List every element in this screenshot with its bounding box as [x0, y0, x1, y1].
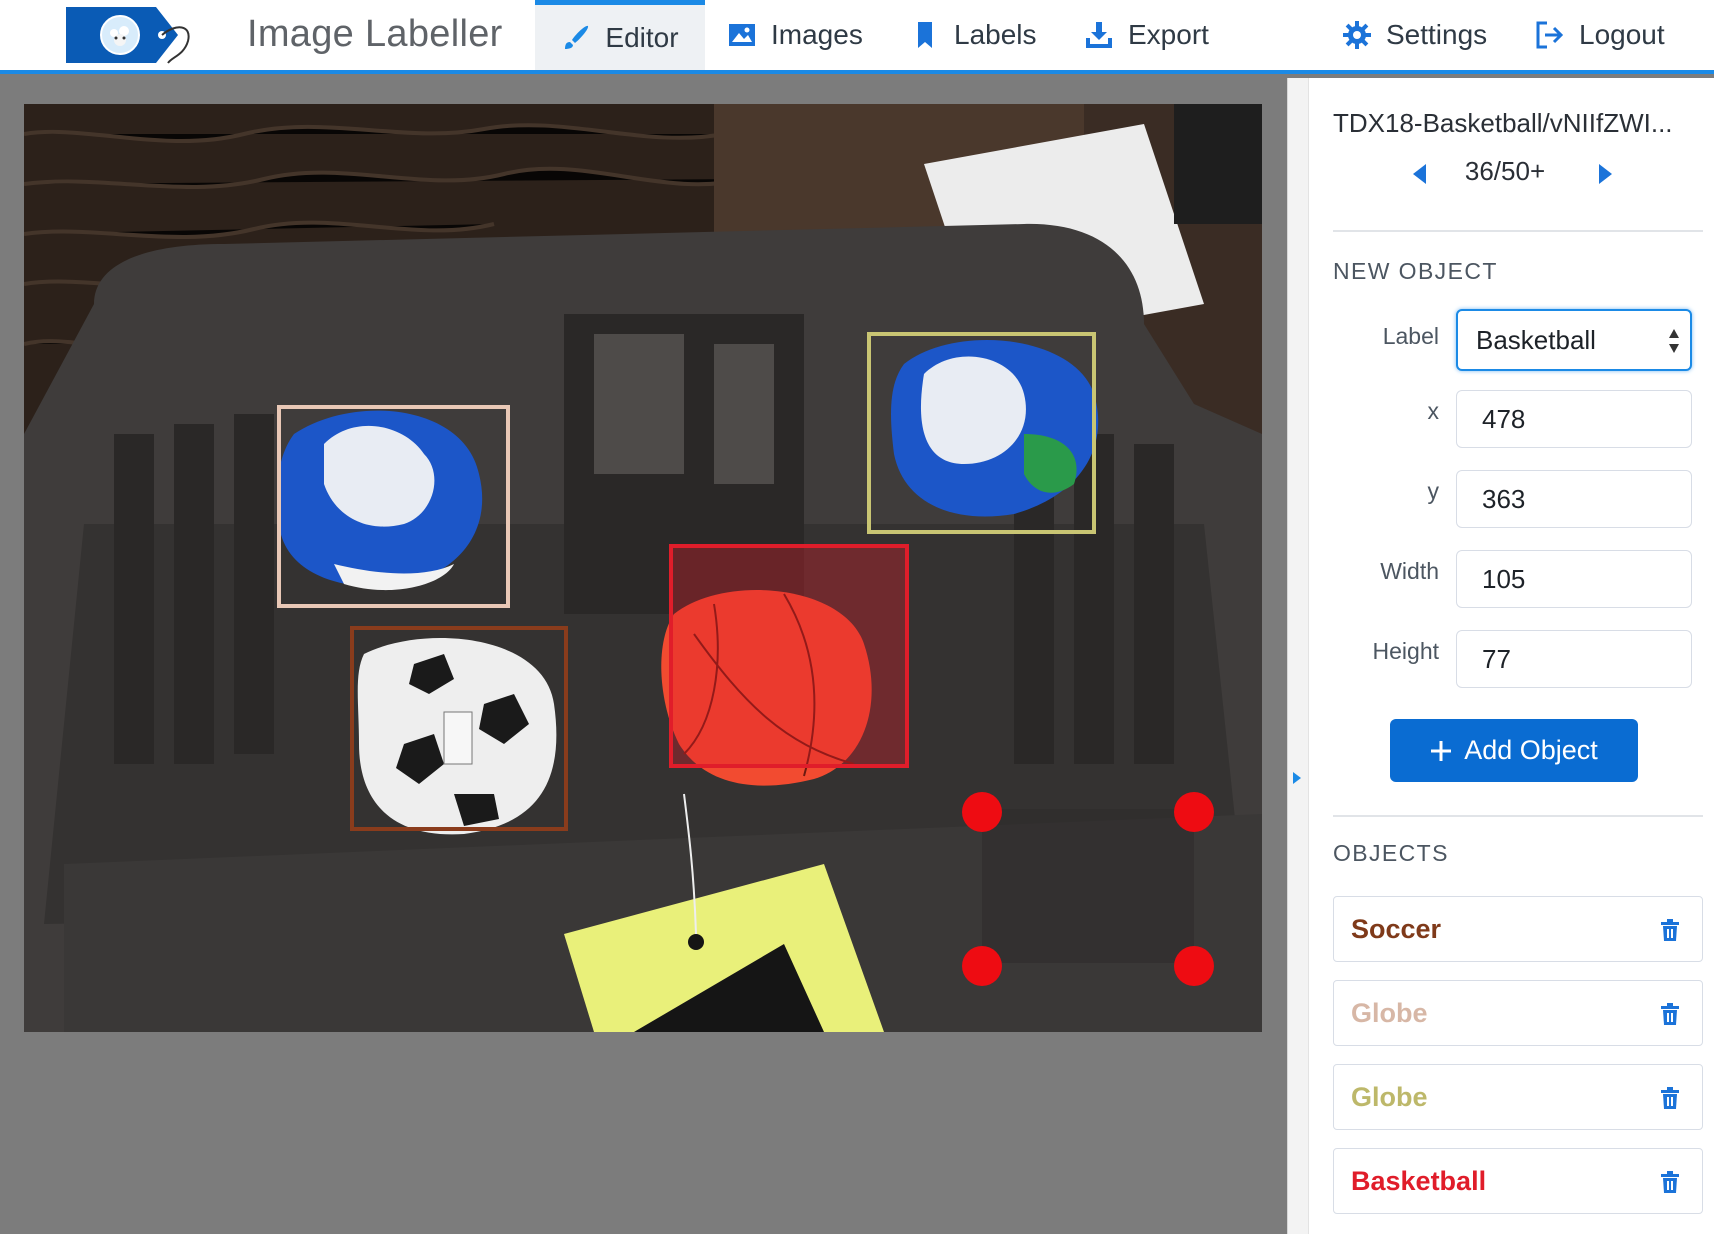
select-arrows-icon: [1669, 329, 1679, 353]
object-list-item[interactable]: Globe: [1333, 1064, 1703, 1130]
logout-link[interactable]: Logout: [1535, 0, 1665, 70]
trash-icon[interactable]: [1660, 1171, 1680, 1193]
settings-link[interactable]: Settings: [1342, 0, 1487, 70]
resize-handle-top-right[interactable]: [1174, 792, 1214, 832]
download-icon: [1086, 22, 1112, 48]
y-caption: y: [1427, 478, 1440, 504]
photo-illustration: [24, 104, 1262, 1032]
add-object-button[interactable]: Add Object: [1390, 719, 1638, 782]
tab-labels-label: Labels: [954, 19, 1037, 50]
sidebar-splitter[interactable]: [1287, 78, 1309, 1234]
tab-images[interactable]: Images: [727, 0, 863, 70]
tab-editor-label: Editor: [605, 21, 679, 53]
resize-handle-top-left[interactable]: [962, 792, 1002, 832]
objects-heading: OBJECTS: [1333, 840, 1449, 866]
globe-bounding-box[interactable]: [277, 405, 510, 608]
tab-editor[interactable]: Editor: [535, 0, 705, 70]
labelled-photo[interactable]: [24, 104, 1262, 1032]
globe-bounding-box[interactable]: [867, 332, 1096, 534]
divider: [1333, 230, 1703, 232]
sidebar-collapse-icon[interactable]: [1293, 772, 1301, 784]
image-counter: 36/50+: [1464, 156, 1546, 186]
resize-handle-bottom-right[interactable]: [1174, 946, 1214, 986]
next-image-button[interactable]: [1599, 164, 1612, 184]
object-label: Basketball: [1351, 1166, 1487, 1196]
object-label: Globe: [1351, 1082, 1428, 1112]
label-select-value: Basketball: [1476, 325, 1596, 355]
add-object-label: Add Object: [1464, 735, 1598, 765]
object-list-item[interactable]: Basketball: [1333, 1148, 1703, 1214]
basketball-bounding-box[interactable]: [669, 544, 909, 768]
x-field[interactable]: [1456, 390, 1692, 448]
app-logo-icon[interactable]: [64, 5, 190, 65]
tab-labels[interactable]: Labels: [910, 0, 1037, 70]
object-list-item[interactable]: Soccer: [1333, 896, 1703, 962]
height-caption: Height: [1372, 638, 1439, 664]
image-canvas-area: [0, 78, 1287, 1234]
label-select[interactable]: Basketball: [1456, 309, 1692, 371]
brush-icon: [565, 25, 589, 49]
logout-label: Logout: [1579, 19, 1665, 50]
resize-handle-bottom-left[interactable]: [962, 946, 1002, 986]
trash-icon[interactable]: [1660, 919, 1680, 941]
width-field[interactable]: [1456, 550, 1692, 608]
tab-images-label: Images: [771, 19, 863, 50]
logout-icon: [1536, 21, 1564, 49]
object-label: Soccer: [1351, 914, 1442, 944]
y-field[interactable]: [1456, 470, 1692, 528]
top-navigation-bar: Image Labeller Editor Images Labels Expo…: [0, 0, 1714, 74]
trash-icon[interactable]: [1660, 1087, 1680, 1109]
app-title: Image Labeller: [247, 13, 503, 55]
height-field[interactable]: [1456, 630, 1692, 688]
soccer-bounding-box[interactable]: [350, 626, 568, 831]
tab-export-label: Export: [1128, 19, 1209, 50]
width-caption: Width: [1380, 558, 1439, 584]
object-sidebar: TDX18-Basketball/vNIIfZWI... 36/50+ NEW …: [1309, 78, 1714, 1234]
trash-icon[interactable]: [1660, 1003, 1680, 1025]
previous-image-button[interactable]: [1413, 164, 1426, 184]
object-list-item[interactable]: Globe: [1333, 980, 1703, 1046]
image-file-name: TDX18-Basketball/vNIIfZWI...: [1333, 108, 1673, 138]
bookmark-icon: [918, 22, 932, 48]
plus-icon: [1431, 740, 1452, 761]
x-caption: x: [1427, 398, 1440, 424]
object-label: Globe: [1351, 998, 1428, 1028]
label-caption: Label: [1382, 323, 1439, 349]
settings-label: Settings: [1386, 19, 1488, 50]
image-icon: [729, 24, 755, 46]
new-object-heading: NEW OBJECT: [1333, 258, 1498, 284]
divider: [1333, 815, 1703, 817]
tab-export[interactable]: Export: [1084, 0, 1209, 70]
gear-icon: [1343, 21, 1371, 49]
